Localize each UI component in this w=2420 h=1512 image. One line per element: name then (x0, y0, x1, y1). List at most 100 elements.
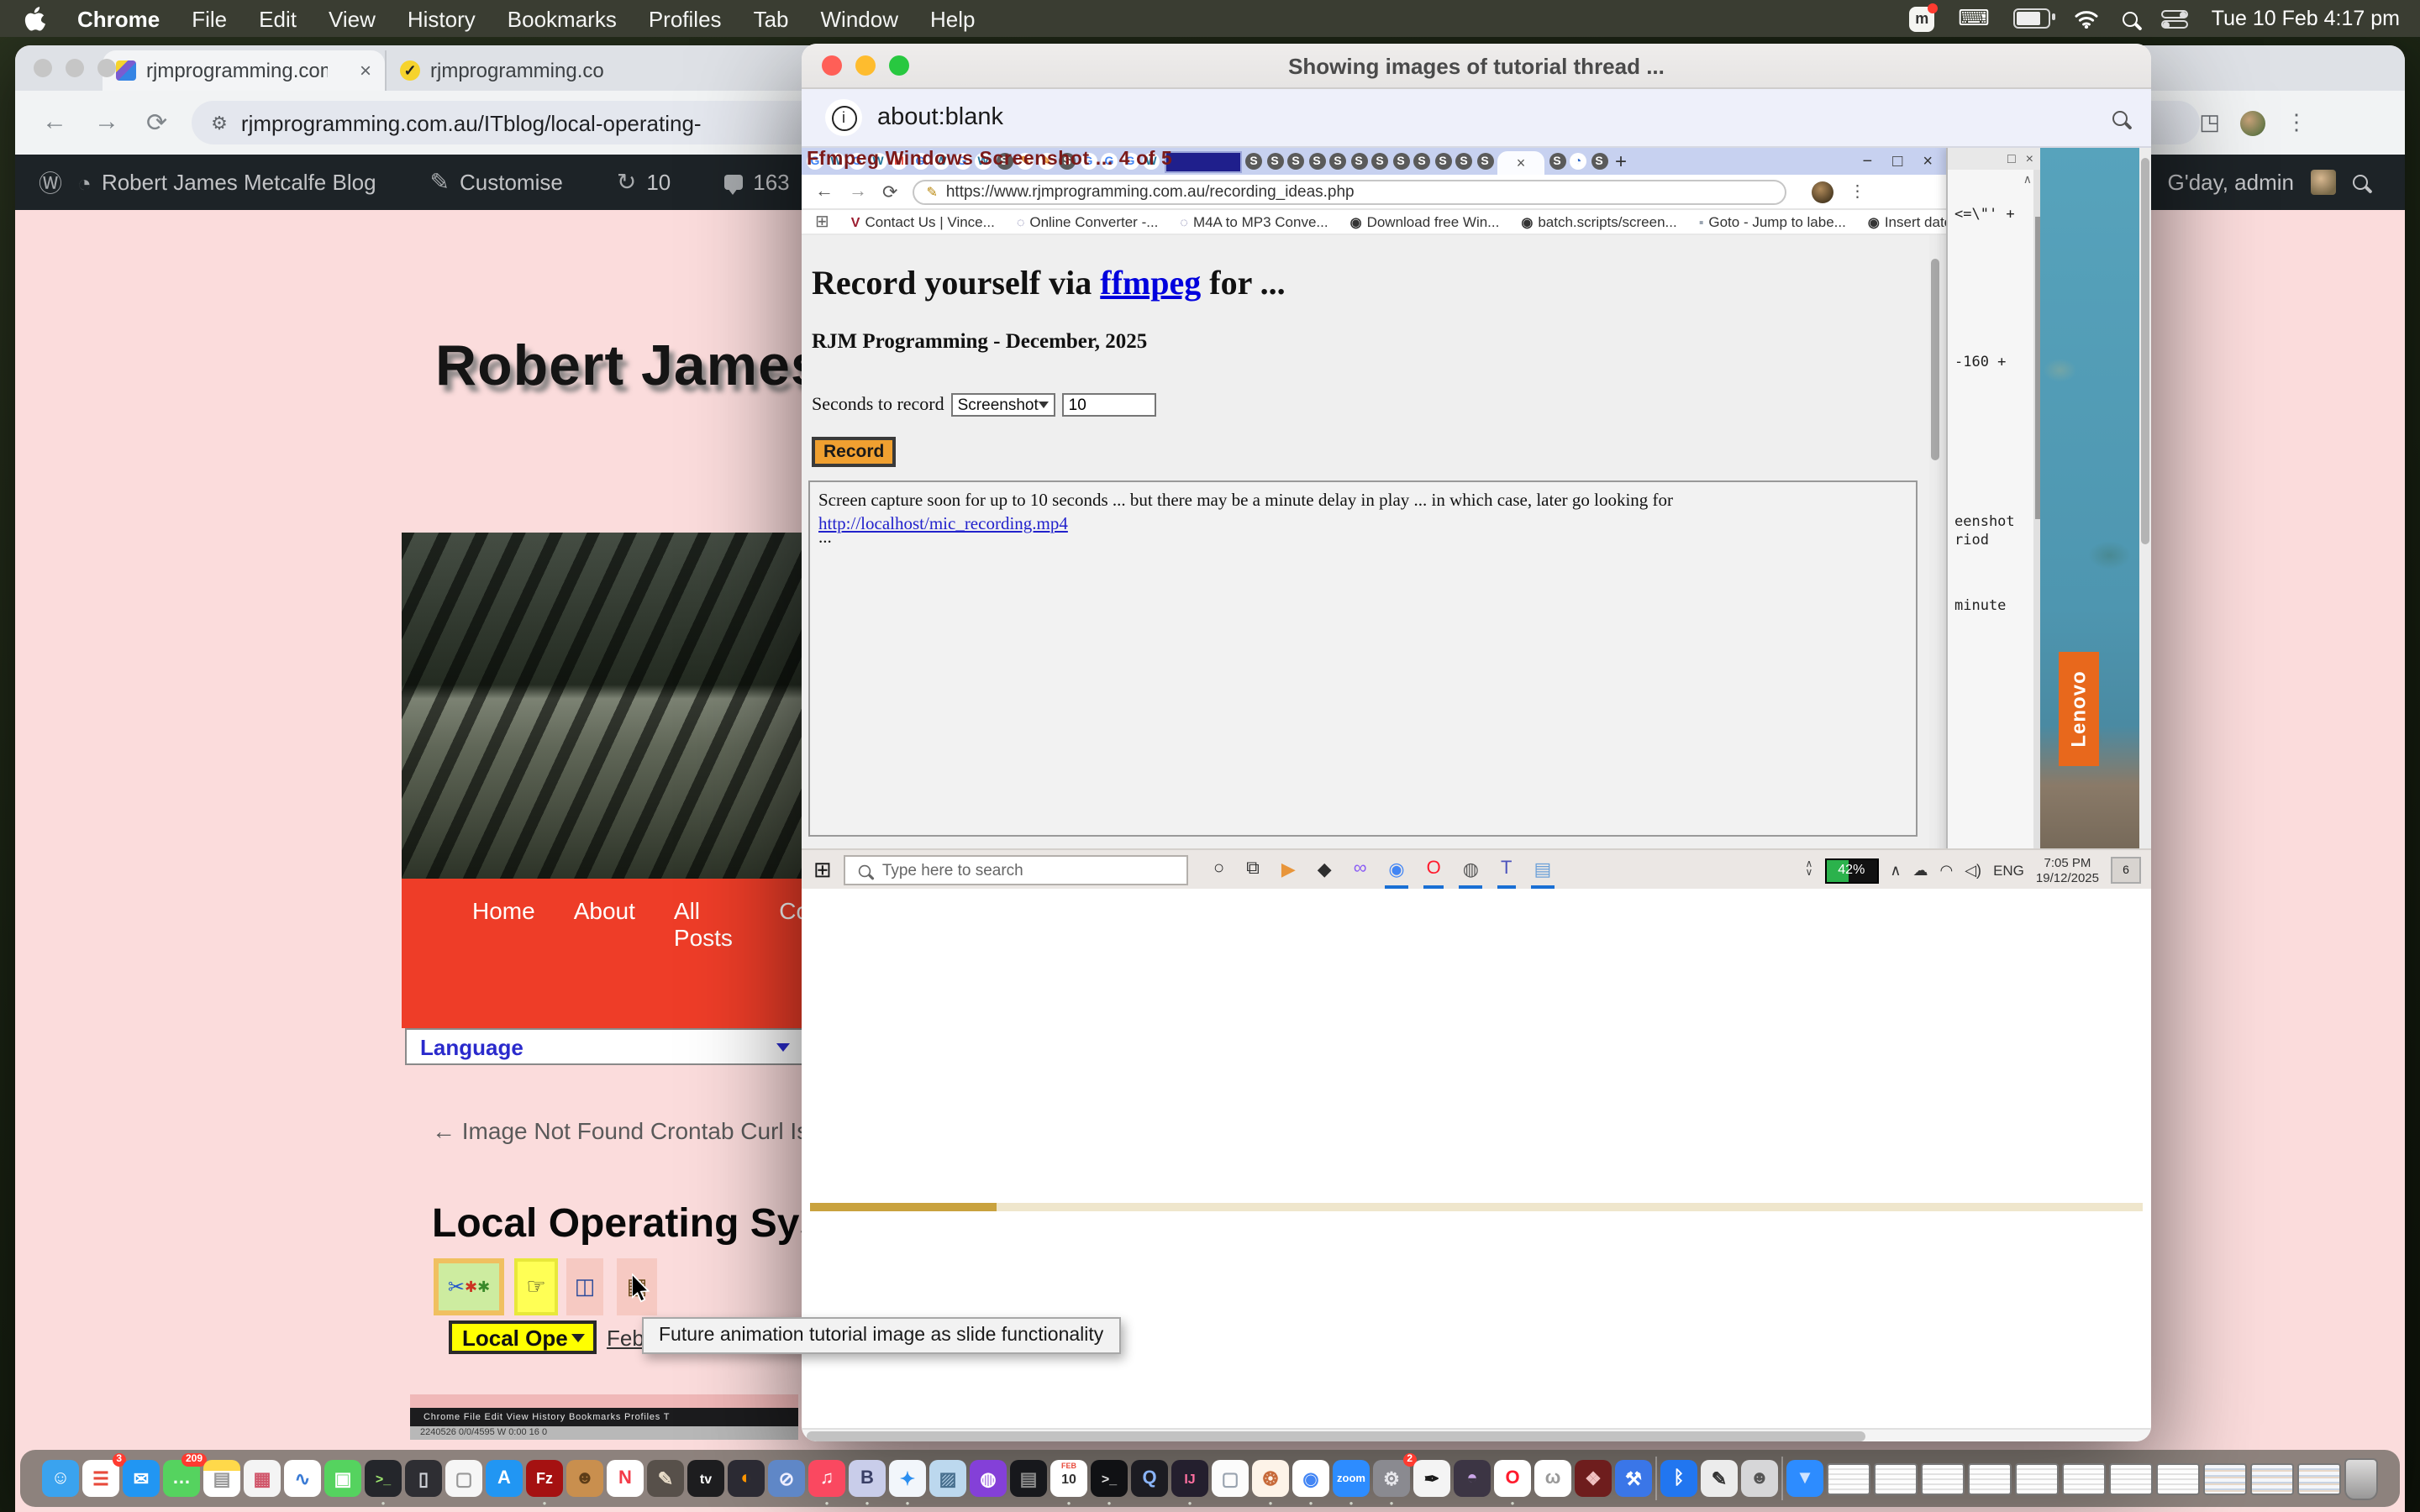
dock-divider[interactable] (1655, 1457, 1657, 1500)
tab-favicon[interactable]: S (1245, 153, 1262, 170)
bookmark-item[interactable]: ▪ Goto - Jump to labe... (1699, 213, 1846, 230)
contacts[interactable]: ☻ (566, 1460, 603, 1497)
reload-button[interactable]: ⟳ (146, 108, 167, 138)
notifications-button[interactable]: 6 (2111, 857, 2141, 884)
recording-file-link[interactable]: http://localhost/mic_recording.mp4 (818, 515, 1068, 533)
dock-divider[interactable] (1781, 1457, 1783, 1500)
spotlight-search-icon[interactable] (2123, 11, 2138, 26)
taskbar-scroll-arrows[interactable]: ∧∨ (1806, 862, 1813, 879)
close-icon[interactable]: × (2026, 151, 2033, 166)
xcode[interactable]: ⚒ (1615, 1460, 1652, 1497)
tray-chevron-icon[interactable]: ∧ (1890, 861, 1901, 879)
menubar-app-name[interactable]: Chrome (77, 6, 160, 31)
updates-menu[interactable]: ↻ 10 (617, 168, 671, 197)
info-icon[interactable]: i (825, 99, 862, 136)
filezilla[interactable]: Fz ● (526, 1460, 563, 1497)
maximize-icon[interactable]: □ (1892, 152, 1902, 171)
tab-favicon[interactable]: S (1392, 153, 1409, 170)
browser-tab-1[interactable]: rjmprogramming.com.au/toda × (103, 50, 385, 91)
active-tab[interactable]: × (1497, 151, 1544, 175)
record-mode-select[interactable]: Screenshot (951, 393, 1055, 417)
tab-favicon[interactable]: S (1287, 153, 1304, 170)
control-center-icon[interactable] (2161, 9, 2188, 28)
tab-favicon[interactable]: S (1476, 153, 1493, 170)
minimized-window[interactable] (1827, 1462, 1870, 1494)
minimized-window[interactable] (1874, 1462, 1918, 1494)
menubar-clock[interactable]: Tue 10 Feb 4:17 pm (2212, 7, 2400, 30)
tab-favicon[interactable]: S (1549, 153, 1565, 170)
tune-icon[interactable]: ⚙ (211, 112, 228, 134)
forward-button[interactable]: → (849, 181, 867, 202)
tab-favicon[interactable]: S (1455, 153, 1472, 170)
apple-news[interactable]: N (607, 1460, 644, 1497)
chrome[interactable]: ◉ ● (1292, 1460, 1329, 1497)
podcasts[interactable]: ◍ (970, 1460, 1007, 1497)
taskbar-app-icon[interactable]: O (1427, 858, 1441, 882)
mail[interactable]: ✉ (123, 1460, 160, 1497)
wifi-icon[interactable] (2074, 9, 2099, 28)
bookmark-item[interactable]: ◌ Online Converter -... (1017, 213, 1159, 230)
taskbar-app-icon[interactable]: ◉ (1388, 858, 1404, 883)
close-tab-icon[interactable]: × (360, 59, 371, 82)
close-window-button[interactable] (822, 55, 842, 76)
menubar-item[interactable]: Edit (259, 6, 297, 31)
menubar-item[interactable]: Window (821, 6, 899, 31)
scroll-up-icon[interactable]: ∧ (2023, 173, 2032, 186)
tooth-app[interactable]: ω (1534, 1460, 1571, 1497)
popup-search-icon[interactable] (2112, 110, 2128, 125)
textedit[interactable]: ▢ (445, 1460, 482, 1497)
back-button[interactable]: ← (815, 181, 834, 202)
music[interactable]: ♫ ● (808, 1460, 845, 1497)
back-button[interactable]: ← (42, 108, 67, 138)
accessibility-app[interactable]: ☻ (1741, 1460, 1778, 1497)
menubar-item[interactable]: Help (930, 6, 976, 31)
popup-vertical-scrollbar[interactable] (2139, 148, 2151, 889)
safari[interactable]: ✦ ● (889, 1460, 926, 1497)
tab-favicon[interactable]: S (1371, 153, 1388, 170)
libreoffice[interactable]: ▢ (1212, 1460, 1249, 1497)
browser-tab-2[interactable]: ✓ rjmprogramming.co (385, 50, 850, 91)
popup-horizontal-scrollbar[interactable] (802, 1428, 2151, 1441)
zoom[interactable]: zoom ● (1333, 1460, 1370, 1497)
tab-favicon[interactable]: S (1350, 153, 1367, 170)
taskbar-app-icon[interactable]: T (1501, 858, 1512, 882)
launchpad[interactable]: ▦ (244, 1460, 281, 1497)
taskbar-search[interactable]: Type here to search (844, 855, 1188, 885)
popup-titlebar[interactable]: Showing images of tutorial thread ... (802, 44, 2151, 89)
notes[interactable]: ▤ (203, 1460, 240, 1497)
popup-url-bar[interactable]: i about:blank (802, 89, 2151, 148)
minimize-icon[interactable]: − (1863, 152, 1873, 171)
app-store[interactable]: A (486, 1460, 523, 1497)
keyboard-icon[interactable]: ⌨ (1958, 5, 1990, 32)
bluetooth-app[interactable]: ᛒ (1660, 1460, 1697, 1497)
taskbar-clock[interactable]: 7:05 PM 19/12/2025 (2036, 854, 2099, 886)
graphs-app[interactable]: ∿ (284, 1460, 321, 1497)
taskbar-app-icon[interactable]: ○ (1213, 858, 1224, 882)
selected-tabs-block[interactable] (1164, 150, 1241, 172)
blocked-app[interactable]: ⊘ (768, 1460, 805, 1497)
post-thumbnail-screenshot[interactable]: Chrome File Edit View History Bookmarks … (410, 1394, 798, 1440)
quicktime[interactable]: Q (1131, 1460, 1168, 1497)
animation-tile-button[interactable]: ✂ ✱ ✱ (434, 1258, 504, 1315)
finder[interactable]: ☺ (42, 1460, 79, 1497)
inner-address-bar[interactable]: ✎ https://www.rjmprogramming.com.au/reco… (913, 179, 1786, 204)
post-topic-select[interactable]: Local Ope (449, 1320, 597, 1354)
bookmark-item[interactable]: ◉ batch.scripts/screen... (1521, 213, 1676, 230)
inkscape[interactable]: ✒ (1413, 1460, 1450, 1497)
minimized-window[interactable] (2156, 1462, 2200, 1494)
blog-nav-link[interactable]: All Posts (674, 897, 740, 951)
popup-window-controls[interactable] (822, 55, 909, 76)
minimized-window[interactable] (2062, 1462, 2106, 1494)
terminal[interactable]: >_ ● (365, 1460, 402, 1497)
minimized-window[interactable] (1968, 1462, 2012, 1494)
language-select[interactable]: Language (405, 1028, 805, 1065)
menubar-item[interactable]: History (408, 6, 476, 31)
taskbar-app-icon[interactable]: ▤ (1534, 858, 1551, 883)
admin-search-icon[interactable] (2353, 175, 2368, 190)
taskbar-app-icon[interactable]: ∞ (1354, 858, 1367, 882)
tab-favicon[interactable]: ◔ (1570, 153, 1586, 170)
menubar-status-app-icon[interactable]: m (1909, 6, 1934, 31)
system-settings[interactable]: ⚙ 2 ● (1373, 1460, 1410, 1497)
record-button[interactable]: Record (812, 437, 896, 467)
minimized-window[interactable] (2250, 1462, 2294, 1494)
